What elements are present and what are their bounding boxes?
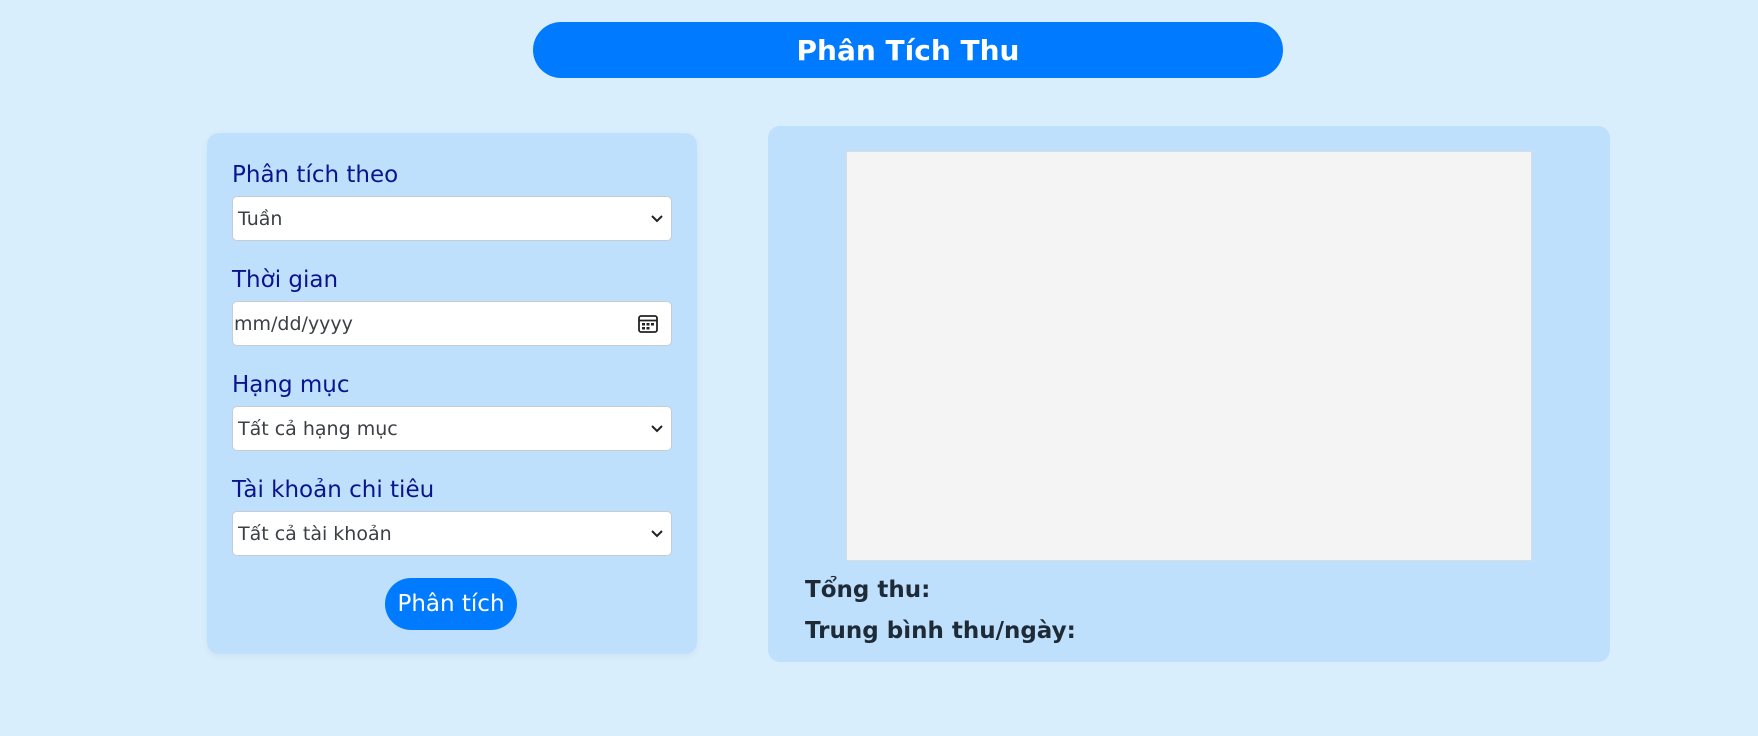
category-select-value: Tất cả hạng mục — [238, 417, 398, 440]
calendar-icon[interactable] — [637, 313, 659, 335]
category-select[interactable]: Tất cả hạng mục — [232, 406, 672, 451]
date-label: Thời gian — [232, 267, 339, 293]
date-input[interactable]: mm/dd/yyyy — [232, 301, 672, 346]
chart-placeholder — [846, 151, 1532, 561]
chevron-down-icon — [651, 213, 663, 225]
filter-form-panel: Phân tích theo Tuần Thời gian mm/dd/yyyy… — [207, 133, 697, 654]
chevron-down-icon — [651, 423, 663, 435]
results-panel: Tổng thu: Trung bình thu/ngày: — [768, 126, 1610, 662]
period-label: Phân tích theo — [232, 162, 399, 188]
date-input-placeholder: mm/dd/yyyy — [234, 312, 353, 335]
page-title: Phân Tích Thu — [533, 22, 1283, 78]
account-label: Tài khoản chi tiêu — [232, 477, 435, 503]
chevron-down-icon — [651, 528, 663, 540]
category-label: Hạng mục — [232, 372, 350, 398]
period-select[interactable]: Tuần — [232, 196, 672, 241]
total-income-label: Tổng thu: — [805, 577, 931, 603]
average-income-label: Trung bình thu/ngày: — [805, 618, 1076, 644]
account-select-value: Tất cả tài khoản — [238, 522, 392, 545]
account-select[interactable]: Tất cả tài khoản — [232, 511, 672, 556]
analyze-button[interactable]: Phân tích — [385, 578, 517, 630]
period-select-value: Tuần — [238, 207, 283, 230]
